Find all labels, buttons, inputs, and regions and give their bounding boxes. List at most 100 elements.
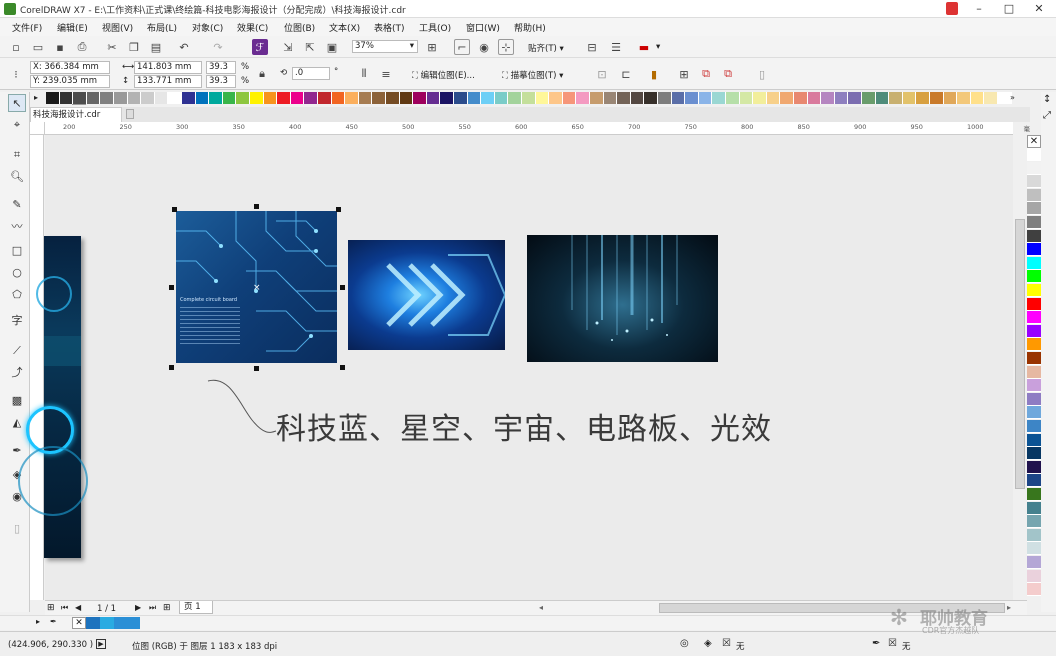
color-swatch[interactable] xyxy=(535,92,550,104)
publish-pdf-icon[interactable]: ▣ xyxy=(324,39,340,55)
menu-object[interactable]: 对象(C) xyxy=(192,21,223,34)
docpal-no-color[interactable]: ✕ xyxy=(72,617,86,629)
scale-y-field[interactable]: 39.3 xyxy=(206,75,236,88)
paste-icon[interactable]: ▤ xyxy=(148,39,164,55)
scale-x-field[interactable]: 39.3 xyxy=(206,61,236,74)
shape-tool-icon[interactable]: ⌖ xyxy=(8,116,26,134)
launcher-dropdown-icon[interactable]: ▾ xyxy=(656,42,660,52)
new-tab-icon[interactable] xyxy=(126,109,134,119)
color-swatch[interactable] xyxy=(413,92,427,104)
polygon-tool-icon[interactable]: ⬠ xyxy=(8,286,26,304)
color-swatch[interactable] xyxy=(1027,420,1041,433)
menu-table[interactable]: 表格(T) xyxy=(374,21,405,34)
color-swatch[interactable] xyxy=(902,92,917,104)
color-swatch[interactable] xyxy=(1027,311,1041,325)
options-icon[interactable]: ⊟ xyxy=(584,39,600,55)
scroll-left-icon[interactable]: ◂ xyxy=(539,603,543,612)
color-swatch[interactable] xyxy=(671,92,686,104)
color-swatch[interactable] xyxy=(576,92,590,104)
pick-tool-icon[interactable]: ↖ xyxy=(8,94,26,112)
menu-edit[interactable]: 编辑(E) xyxy=(57,21,88,34)
color-swatch[interactable] xyxy=(168,92,182,104)
document-tab[interactable]: 科技海报设计.cdr xyxy=(30,107,122,122)
color-swatch[interactable] xyxy=(331,92,346,104)
color-swatch[interactable] xyxy=(1027,515,1041,529)
save-icon[interactable]: ▪ xyxy=(52,39,68,55)
color-swatch[interactable] xyxy=(1027,243,1041,257)
color-swatch[interactable] xyxy=(236,92,250,104)
menu-tools[interactable]: 工具(O) xyxy=(419,21,451,34)
color-swatch[interactable] xyxy=(916,92,930,104)
selection-handle[interactable] xyxy=(254,204,259,209)
search-content-icon[interactable]: ℱ xyxy=(252,39,268,55)
color-swatch[interactable] xyxy=(345,92,359,104)
copy-icon[interactable]: ❐ xyxy=(126,39,142,55)
color-swatch[interactable] xyxy=(984,92,998,104)
vertical-scrollbar[interactable] xyxy=(1013,135,1027,600)
color-swatch[interactable] xyxy=(127,92,142,104)
fill-none-swatch-icon[interactable]: ☒ xyxy=(722,638,731,649)
color-swatch[interactable] xyxy=(658,92,672,104)
color-swatch[interactable] xyxy=(1027,379,1041,393)
object-origin-icon[interactable]: ⁝ xyxy=(8,66,24,82)
color-swatch[interactable] xyxy=(794,92,808,104)
add-page-after-icon[interactable]: ⊞ xyxy=(163,603,171,613)
convert-to-curves-icon[interactable]: ▯ xyxy=(754,66,770,82)
menu-effects[interactable]: 效果(C) xyxy=(237,21,268,34)
circuit-board-image[interactable]: Complete circuit board × xyxy=(176,211,337,363)
rotation-angle-field[interactable]: .0 xyxy=(292,67,330,80)
selection-handle[interactable] xyxy=(340,365,345,370)
light-arrow-image[interactable] xyxy=(348,240,505,350)
print-icon[interactable]: ⎙ xyxy=(74,39,90,55)
color-swatch[interactable] xyxy=(1027,352,1041,365)
outline-pen-icon[interactable]: ▯ xyxy=(8,520,26,538)
color-swatch[interactable] xyxy=(494,92,509,104)
color-swatch[interactable] xyxy=(290,92,305,104)
color-swatch[interactable] xyxy=(1027,161,1041,175)
color-swatch[interactable] xyxy=(250,92,264,104)
color-swatch[interactable] xyxy=(522,92,536,104)
color-swatch[interactable] xyxy=(454,92,468,104)
freehand-tool-icon[interactable]: ✎ xyxy=(8,196,26,214)
color-swatch[interactable] xyxy=(739,92,754,104)
zoom-level-select[interactable]: 37% ▾ xyxy=(352,40,418,53)
selection-handle[interactable] xyxy=(336,207,341,212)
color-swatch[interactable] xyxy=(889,92,903,104)
y-position-field[interactable]: Y: 239.035 mm xyxy=(30,75,110,88)
color-swatch[interactable] xyxy=(943,92,958,104)
color-swatch[interactable] xyxy=(86,92,101,104)
color-swatch[interactable] xyxy=(263,92,278,104)
menu-text[interactable]: 文本(X) xyxy=(329,21,360,34)
color-swatch[interactable] xyxy=(59,92,74,104)
color-swatch[interactable] xyxy=(1027,256,1041,270)
welcome-screen-icon[interactable]: ▬ xyxy=(636,39,652,55)
color-swatch[interactable] xyxy=(549,92,563,104)
color-swatch[interactable] xyxy=(562,92,577,104)
color-swatch[interactable] xyxy=(222,92,237,104)
color-swatch[interactable] xyxy=(1027,188,1041,202)
color-swatch[interactable] xyxy=(386,92,400,104)
color-swatch[interactable] xyxy=(630,92,645,104)
color-swatch[interactable] xyxy=(1027,175,1041,189)
rectangle-tool-icon[interactable]: □ xyxy=(8,242,26,260)
transparency-tool-icon[interactable]: ◭ xyxy=(8,414,26,432)
selection-handle[interactable] xyxy=(340,285,345,290)
color-swatch[interactable] xyxy=(644,92,658,104)
color-swatch[interactable] xyxy=(1027,556,1041,569)
color-swatch[interactable] xyxy=(399,92,414,104)
docpal-arrow-icon[interactable]: ▸ xyxy=(36,617,40,626)
color-swatch[interactable] xyxy=(1027,542,1041,556)
user-icon[interactable] xyxy=(946,2,958,15)
horizontal-ruler[interactable]: 200 250 300 350 400 450 500 550 600 650 700 750 800 8… xyxy=(45,122,1030,143)
docpal-swatch-3[interactable] xyxy=(114,617,140,629)
eyedropper-tool-icon[interactable]: ✒ xyxy=(8,442,26,460)
close-button[interactable]: ✕ xyxy=(1026,0,1052,17)
bitmap-color-mask-icon[interactable]: ▮ xyxy=(646,66,662,82)
color-swatch[interactable] xyxy=(1027,392,1041,406)
color-swatch[interactable] xyxy=(930,92,944,104)
new-document-icon[interactable]: ▫ xyxy=(8,39,24,55)
color-swatch[interactable] xyxy=(603,92,618,104)
height-field[interactable]: 133.771 mm xyxy=(134,75,202,88)
ruler-origin[interactable] xyxy=(30,122,45,135)
poster-partial-image[interactable] xyxy=(18,236,88,558)
